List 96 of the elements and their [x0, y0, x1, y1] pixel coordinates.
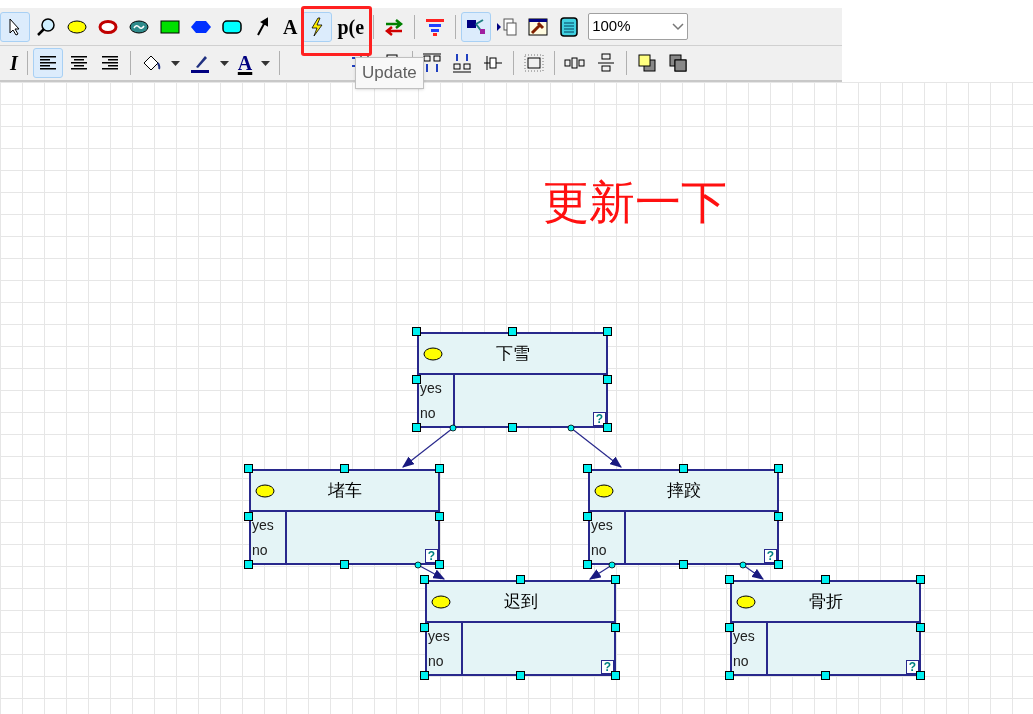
- selection-handle[interactable]: [916, 623, 925, 632]
- selection-handle[interactable]: [820, 671, 830, 680]
- selection-handle[interactable]: [820, 575, 830, 584]
- caret-icon: [219, 60, 229, 66]
- selection-handle[interactable]: [774, 560, 783, 569]
- selection-handle[interactable]: [412, 423, 421, 432]
- selection-handle[interactable]: [515, 575, 525, 584]
- selection-handle[interactable]: [678, 464, 688, 473]
- ellipse-icon: [431, 594, 451, 609]
- state-label: no: [420, 406, 437, 421]
- selection-handle[interactable]: [774, 512, 783, 521]
- zoom-value: 100%: [592, 16, 631, 37]
- selection-grid-icon: [523, 52, 546, 74]
- tool-button[interactable]: [32, 48, 63, 78]
- node-box[interactable]: 下雪 yes no ?: [417, 332, 608, 428]
- node-title: 下雪: [494, 342, 531, 365]
- selection-handle[interactable]: [420, 575, 429, 584]
- selection-handle[interactable]: [916, 671, 925, 680]
- unknown-mark: ?: [424, 549, 438, 563]
- selection-handle[interactable]: [244, 464, 253, 473]
- selection-handle[interactable]: [725, 575, 734, 584]
- selection-handle[interactable]: [420, 623, 429, 632]
- selection-handle[interactable]: [583, 560, 592, 569]
- selection-handle[interactable]: [603, 423, 612, 432]
- calculator-icon: [558, 15, 581, 38]
- selection-handle[interactable]: [583, 464, 592, 473]
- bring-front-icon: [636, 52, 659, 74]
- selection-handle[interactable]: [435, 512, 444, 521]
- selection-handle[interactable]: [507, 327, 517, 336]
- selection-handle[interactable]: [420, 671, 429, 680]
- format-button[interactable]: p(e: [333, 11, 369, 42]
- selection-handle[interactable]: [774, 464, 783, 473]
- tool-button[interactable]: [461, 11, 492, 42]
- state-label: no: [591, 543, 608, 558]
- selection-handle[interactable]: [244, 560, 253, 569]
- selection-handle[interactable]: [916, 575, 925, 584]
- selection-handle[interactable]: [412, 375, 421, 384]
- node-box[interactable]: 堵车 yes no ?: [249, 469, 440, 565]
- state-label: yes: [252, 517, 275, 532]
- node-title: 骨折: [807, 590, 844, 613]
- align-top-icon: [422, 53, 443, 73]
- node-box[interactable]: 骨折 yes no ?: [730, 580, 921, 676]
- node-box[interactable]: 迟到 yes no ?: [425, 580, 616, 676]
- send-back-icon: [667, 52, 690, 74]
- format-button[interactable]: A: [233, 48, 257, 78]
- state-label: yes: [428, 628, 451, 643]
- selection-handle[interactable]: [244, 512, 253, 521]
- state-label: yes: [733, 628, 756, 643]
- unknown-mark: ?: [905, 660, 919, 674]
- ellipse-icon: [736, 594, 756, 609]
- state-label: yes: [591, 517, 614, 532]
- node-box[interactable]: 摔跤 yes no ?: [588, 469, 779, 565]
- state-label: no: [428, 654, 445, 669]
- selection-handle[interactable]: [725, 623, 734, 632]
- state-label: no: [733, 654, 750, 669]
- caret-icon: [261, 60, 271, 66]
- selection-handle[interactable]: [507, 423, 517, 432]
- caret-icon: [170, 60, 180, 66]
- selection-handle[interactable]: [611, 575, 620, 584]
- hammer-window-icon: [527, 15, 550, 38]
- tool-button[interactable]: [302, 11, 333, 42]
- ellipse-icon: [255, 483, 275, 498]
- ellipse-icon: [423, 346, 443, 361]
- format-button[interactable]: A: [279, 11, 302, 42]
- unknown-mark: ?: [592, 412, 606, 426]
- format-button[interactable]: I: [6, 48, 22, 78]
- state-label: yes: [420, 380, 443, 395]
- documents-icon: [496, 15, 519, 38]
- state-label: no: [252, 543, 269, 558]
- magnifier-icon: [35, 15, 57, 38]
- ellipse-icon: [594, 483, 614, 498]
- selection-handle[interactable]: [339, 464, 349, 473]
- selection-handle[interactable]: [435, 464, 444, 473]
- selection-handle[interactable]: [515, 671, 525, 680]
- chevron-down-icon: [672, 22, 685, 31]
- highlight-frame: [301, 6, 372, 56]
- selection-handle[interactable]: [611, 671, 620, 680]
- node-title: 摔跤: [665, 479, 702, 502]
- selection-handle[interactable]: [412, 327, 421, 336]
- selection-handle[interactable]: [678, 560, 688, 569]
- node-title: 堵车: [326, 479, 363, 502]
- selection-handle[interactable]: [603, 375, 612, 384]
- unknown-mark: ?: [763, 549, 777, 563]
- selection-handle[interactable]: [435, 560, 444, 569]
- selection-handle[interactable]: [725, 671, 734, 680]
- zoom-dropdown[interactable]: 100%: [588, 13, 689, 40]
- selection-handle[interactable]: [339, 560, 349, 569]
- align-bottom-icon: [451, 52, 474, 74]
- selection-handle[interactable]: [583, 512, 592, 521]
- selection-handle[interactable]: [611, 623, 620, 632]
- unknown-mark: ?: [600, 660, 614, 674]
- node-title: 迟到: [502, 590, 539, 613]
- tooltip-text: Update: [362, 63, 417, 82]
- annotation-text: 更新一下: [543, 175, 727, 230]
- selection-handle[interactable]: [603, 327, 612, 336]
- tool-button[interactable]: [0, 11, 30, 42]
